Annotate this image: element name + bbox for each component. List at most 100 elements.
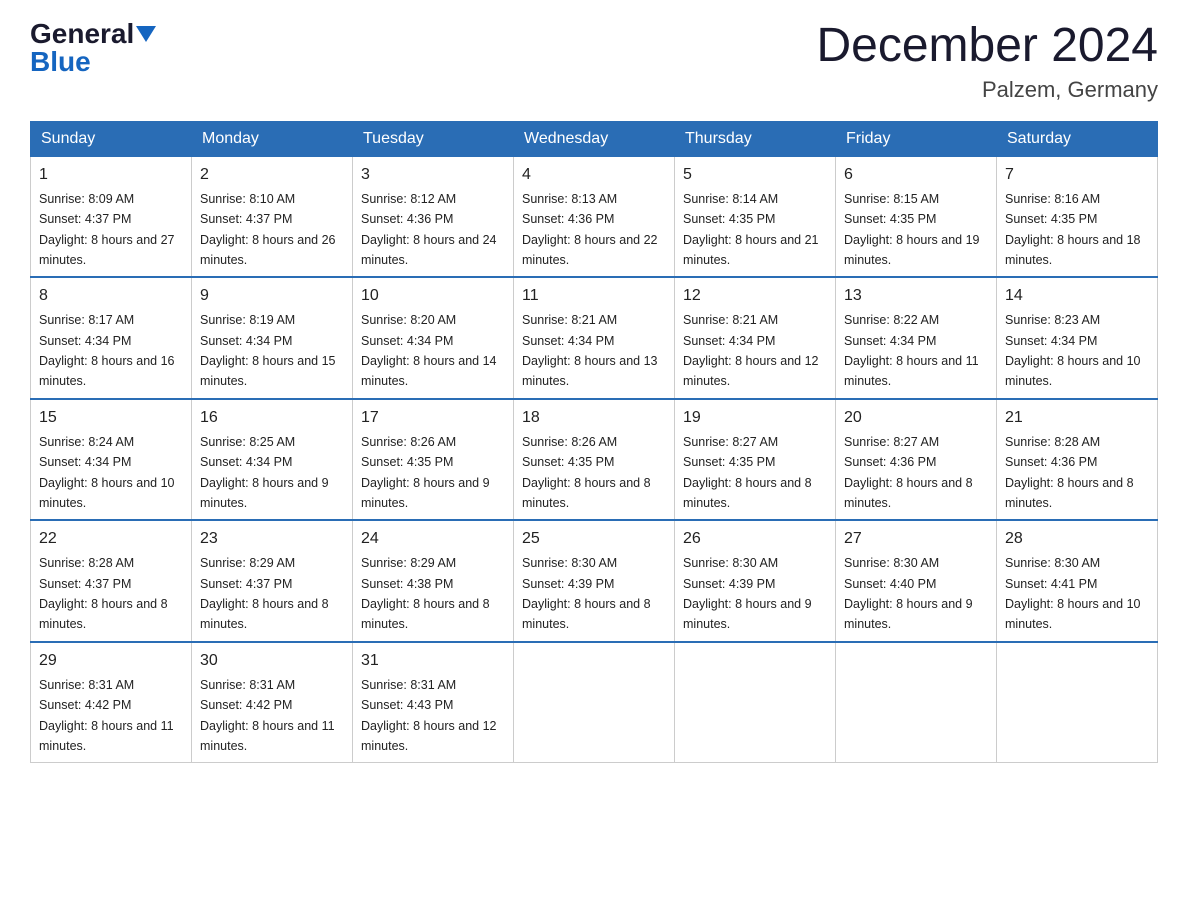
logo-triangle-icon [136,26,156,42]
day-info: Sunrise: 8:13 AMSunset: 4:36 PMDaylight:… [522,192,658,267]
day-info: Sunrise: 8:30 AMSunset: 4:39 PMDaylight:… [683,556,812,631]
day-info: Sunrise: 8:12 AMSunset: 4:36 PMDaylight:… [361,192,497,267]
calendar-week-2: 8 Sunrise: 8:17 AMSunset: 4:34 PMDayligh… [31,277,1158,399]
day-info: Sunrise: 8:25 AMSunset: 4:34 PMDaylight:… [200,435,329,510]
day-number: 20 [844,406,988,430]
calendar-header-saturday: Saturday [997,121,1158,156]
day-number: 27 [844,527,988,551]
calendar-cell: 5 Sunrise: 8:14 AMSunset: 4:35 PMDayligh… [675,156,836,277]
day-info: Sunrise: 8:29 AMSunset: 4:37 PMDaylight:… [200,556,329,631]
day-number: 22 [39,527,183,551]
day-info: Sunrise: 8:24 AMSunset: 4:34 PMDaylight:… [39,435,175,510]
day-number: 10 [361,284,505,308]
day-number: 23 [200,527,344,551]
title-section: December 2024 Palzem, Germany [816,20,1158,103]
calendar-cell [514,642,675,763]
calendar-cell: 22 Sunrise: 8:28 AMSunset: 4:37 PMDaylig… [31,520,192,642]
day-info: Sunrise: 8:22 AMSunset: 4:34 PMDaylight:… [844,313,979,388]
day-number: 16 [200,406,344,430]
logo: General Blue [30,20,156,76]
calendar-cell: 26 Sunrise: 8:30 AMSunset: 4:39 PMDaylig… [675,520,836,642]
calendar-week-3: 15 Sunrise: 8:24 AMSunset: 4:34 PMDaylig… [31,399,1158,521]
day-info: Sunrise: 8:09 AMSunset: 4:37 PMDaylight:… [39,192,175,267]
day-number: 9 [200,284,344,308]
calendar-cell: 14 Sunrise: 8:23 AMSunset: 4:34 PMDaylig… [997,277,1158,399]
day-number: 2 [200,163,344,187]
day-info: Sunrise: 8:14 AMSunset: 4:35 PMDaylight:… [683,192,819,267]
month-title: December 2024 [816,20,1158,73]
day-info: Sunrise: 8:29 AMSunset: 4:38 PMDaylight:… [361,556,490,631]
day-number: 8 [39,284,183,308]
calendar-cell: 13 Sunrise: 8:22 AMSunset: 4:34 PMDaylig… [836,277,997,399]
calendar-cell: 7 Sunrise: 8:16 AMSunset: 4:35 PMDayligh… [997,156,1158,277]
calendar-cell: 3 Sunrise: 8:12 AMSunset: 4:36 PMDayligh… [353,156,514,277]
calendar-cell: 28 Sunrise: 8:30 AMSunset: 4:41 PMDaylig… [997,520,1158,642]
day-info: Sunrise: 8:30 AMSunset: 4:41 PMDaylight:… [1005,556,1141,631]
day-number: 30 [200,649,344,673]
day-number: 5 [683,163,827,187]
calendar-cell: 11 Sunrise: 8:21 AMSunset: 4:34 PMDaylig… [514,277,675,399]
day-info: Sunrise: 8:15 AMSunset: 4:35 PMDaylight:… [844,192,980,267]
day-info: Sunrise: 8:27 AMSunset: 4:36 PMDaylight:… [844,435,973,510]
calendar-cell: 12 Sunrise: 8:21 AMSunset: 4:34 PMDaylig… [675,277,836,399]
day-info: Sunrise: 8:30 AMSunset: 4:39 PMDaylight:… [522,556,651,631]
calendar-cell: 24 Sunrise: 8:29 AMSunset: 4:38 PMDaylig… [353,520,514,642]
calendar-cell: 31 Sunrise: 8:31 AMSunset: 4:43 PMDaylig… [353,642,514,763]
page-header: General Blue December 2024 Palzem, Germa… [30,20,1158,103]
calendar-cell [836,642,997,763]
calendar-cell: 1 Sunrise: 8:09 AMSunset: 4:37 PMDayligh… [31,156,192,277]
calendar-cell: 2 Sunrise: 8:10 AMSunset: 4:37 PMDayligh… [192,156,353,277]
day-info: Sunrise: 8:21 AMSunset: 4:34 PMDaylight:… [522,313,658,388]
calendar-cell: 29 Sunrise: 8:31 AMSunset: 4:42 PMDaylig… [31,642,192,763]
day-number: 28 [1005,527,1149,551]
calendar-week-1: 1 Sunrise: 8:09 AMSunset: 4:37 PMDayligh… [31,156,1158,277]
calendar-cell: 27 Sunrise: 8:30 AMSunset: 4:40 PMDaylig… [836,520,997,642]
day-info: Sunrise: 8:31 AMSunset: 4:42 PMDaylight:… [39,678,174,753]
calendar-cell: 10 Sunrise: 8:20 AMSunset: 4:34 PMDaylig… [353,277,514,399]
day-number: 26 [683,527,827,551]
calendar-header-sunday: Sunday [31,121,192,156]
day-info: Sunrise: 8:30 AMSunset: 4:40 PMDaylight:… [844,556,973,631]
calendar-cell: 25 Sunrise: 8:30 AMSunset: 4:39 PMDaylig… [514,520,675,642]
calendar-header-friday: Friday [836,121,997,156]
day-number: 19 [683,406,827,430]
day-number: 12 [683,284,827,308]
day-number: 7 [1005,163,1149,187]
calendar-header-thursday: Thursday [675,121,836,156]
calendar-header-monday: Monday [192,121,353,156]
day-info: Sunrise: 8:23 AMSunset: 4:34 PMDaylight:… [1005,313,1141,388]
day-number: 24 [361,527,505,551]
calendar-table: SundayMondayTuesdayWednesdayThursdayFrid… [30,121,1158,764]
calendar-cell: 20 Sunrise: 8:27 AMSunset: 4:36 PMDaylig… [836,399,997,521]
calendar-cell: 15 Sunrise: 8:24 AMSunset: 4:34 PMDaylig… [31,399,192,521]
day-info: Sunrise: 8:10 AMSunset: 4:37 PMDaylight:… [200,192,336,267]
day-info: Sunrise: 8:31 AMSunset: 4:43 PMDaylight:… [361,678,497,753]
calendar-cell: 16 Sunrise: 8:25 AMSunset: 4:34 PMDaylig… [192,399,353,521]
day-info: Sunrise: 8:20 AMSunset: 4:34 PMDaylight:… [361,313,497,388]
day-info: Sunrise: 8:17 AMSunset: 4:34 PMDaylight:… [39,313,175,388]
calendar-header-row: SundayMondayTuesdayWednesdayThursdayFrid… [31,121,1158,156]
day-info: Sunrise: 8:26 AMSunset: 4:35 PMDaylight:… [522,435,651,510]
location: Palzem, Germany [816,77,1158,103]
day-number: 18 [522,406,666,430]
day-number: 14 [1005,284,1149,308]
day-number: 25 [522,527,666,551]
calendar-cell: 6 Sunrise: 8:15 AMSunset: 4:35 PMDayligh… [836,156,997,277]
day-number: 15 [39,406,183,430]
day-number: 3 [361,163,505,187]
day-number: 17 [361,406,505,430]
calendar-cell [997,642,1158,763]
day-info: Sunrise: 8:31 AMSunset: 4:42 PMDaylight:… [200,678,335,753]
day-info: Sunrise: 8:27 AMSunset: 4:35 PMDaylight:… [683,435,812,510]
day-number: 1 [39,163,183,187]
calendar-week-5: 29 Sunrise: 8:31 AMSunset: 4:42 PMDaylig… [31,642,1158,763]
day-number: 6 [844,163,988,187]
day-info: Sunrise: 8:26 AMSunset: 4:35 PMDaylight:… [361,435,490,510]
calendar-cell [675,642,836,763]
calendar-header-tuesday: Tuesday [353,121,514,156]
calendar-cell: 23 Sunrise: 8:29 AMSunset: 4:37 PMDaylig… [192,520,353,642]
calendar-cell: 18 Sunrise: 8:26 AMSunset: 4:35 PMDaylig… [514,399,675,521]
calendar-cell: 4 Sunrise: 8:13 AMSunset: 4:36 PMDayligh… [514,156,675,277]
day-info: Sunrise: 8:28 AMSunset: 4:36 PMDaylight:… [1005,435,1134,510]
day-number: 13 [844,284,988,308]
